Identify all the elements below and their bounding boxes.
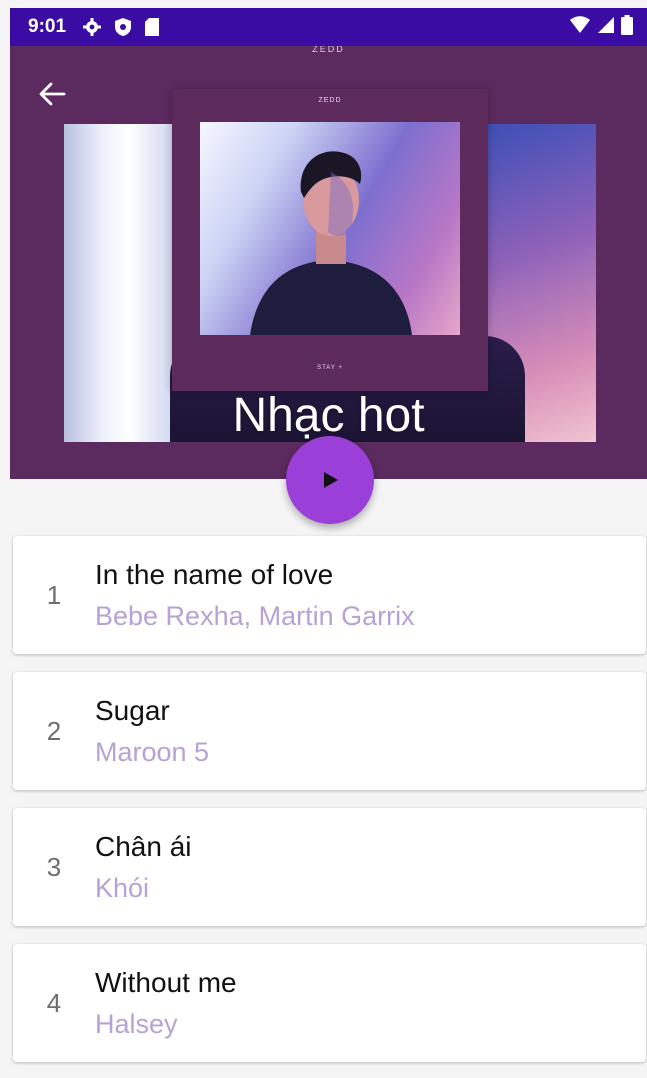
song-artist: Halsey [95, 1008, 178, 1039]
status-time: 9:01 [28, 16, 67, 37]
album-photo [200, 122, 460, 335]
sd-card-icon [144, 17, 160, 37]
song-title: Sugar [95, 694, 170, 726]
song-item[interactable]: 1 In the name of love Bebe Rexha, Martin… [13, 536, 646, 654]
app-screen: 9:01 ZEDD ZEDD STAY + Nhạc hot 1 In the … [10, 8, 647, 1078]
song-item[interactable]: 4 Without me Halsey [13, 944, 646, 1062]
album-cover-subtitle: STAY + [317, 365, 343, 371]
play-icon [324, 472, 338, 488]
album-cover: ZEDD STAY + [172, 89, 488, 391]
playlist-title: Nhạc hot [232, 389, 425, 442]
status-right-icons [569, 14, 633, 40]
song-item[interactable]: 3 Chân ái Khói [13, 808, 646, 926]
gear-icon [82, 17, 102, 37]
play-all-button[interactable] [286, 436, 374, 524]
song-index: 2 [46, 715, 62, 746]
song-list: 1 In the name of love Bebe Rexha, Martin… [13, 536, 646, 1078]
song-artist: Bebe Rexha, Martin Garrix [95, 600, 415, 631]
album-cover-label: ZEDD [318, 97, 342, 104]
back-button[interactable] [34, 76, 70, 112]
song-item[interactable]: 2 Sugar Maroon 5 [13, 672, 646, 790]
album-top-label: ZEDD [312, 46, 345, 54]
song-title: Without me [95, 966, 237, 998]
battery-icon [621, 14, 633, 40]
playlist-header: ZEDD ZEDD STAY + Nhạc hot [10, 46, 647, 479]
song-index: 3 [46, 851, 62, 882]
song-index: 1 [46, 579, 62, 610]
song-title: Chân ái [95, 830, 192, 862]
shield-icon [114, 17, 132, 37]
arrow-left-icon [39, 82, 66, 106]
wifi-icon [569, 15, 591, 39]
song-title: In the name of love [95, 558, 334, 590]
song-artist: Khói [95, 872, 150, 903]
status-bar: 9:01 [10, 8, 647, 46]
signal-icon [597, 16, 615, 39]
song-index: 4 [46, 987, 62, 1018]
song-artist: Maroon 5 [95, 736, 210, 767]
